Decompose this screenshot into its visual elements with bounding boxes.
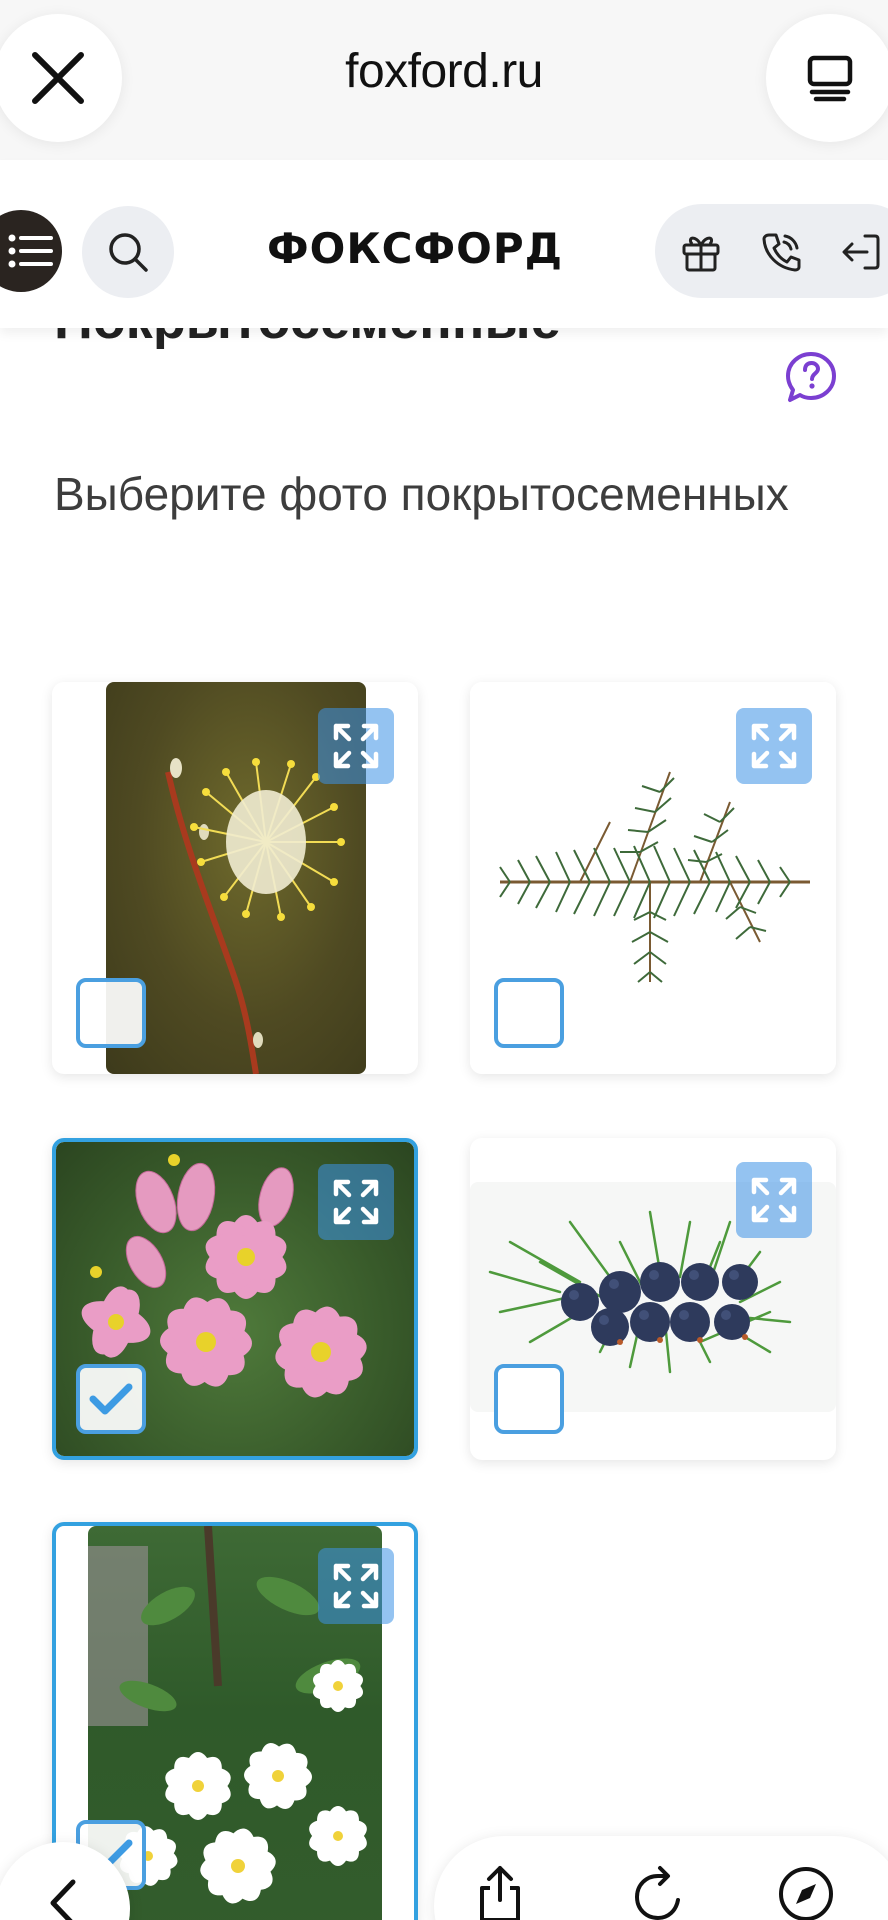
login-icon bbox=[842, 234, 880, 270]
answer-option-4[interactable] bbox=[470, 1138, 836, 1460]
browser-bar: foxford.ru bbox=[0, 0, 888, 160]
url-text[interactable]: foxford.ru bbox=[0, 44, 888, 99]
option-checkbox[interactable] bbox=[494, 978, 564, 1048]
browser-toolbar bbox=[434, 1836, 888, 1920]
expand-photo-button[interactable] bbox=[318, 1164, 394, 1240]
checkmark-icon bbox=[89, 1383, 133, 1415]
help-question-icon[interactable] bbox=[784, 350, 838, 404]
tabs-icon bbox=[807, 55, 853, 102]
header-actions bbox=[655, 204, 888, 298]
phone-icon bbox=[762, 233, 801, 272]
search-icon bbox=[109, 233, 148, 272]
expand-photo-button[interactable] bbox=[318, 708, 394, 784]
gift-button[interactable] bbox=[677, 228, 725, 276]
tabs-button[interactable] bbox=[766, 14, 888, 142]
answer-option-1[interactable] bbox=[52, 682, 418, 1074]
option-checkbox[interactable] bbox=[494, 1364, 564, 1434]
reload-icon[interactable] bbox=[630, 1864, 690, 1920]
gift-icon bbox=[682, 236, 720, 272]
back-icon bbox=[50, 1879, 76, 1920]
expand-icon bbox=[751, 723, 797, 769]
answer-option-2[interactable] bbox=[470, 682, 836, 1074]
task-instruction: Выберите фото покрытосеменных bbox=[54, 468, 789, 520]
compass-icon[interactable] bbox=[776, 1864, 836, 1920]
expand-icon bbox=[333, 1563, 379, 1609]
option-checkbox[interactable] bbox=[76, 1364, 146, 1434]
search-button[interactable] bbox=[82, 206, 174, 298]
phone-button[interactable] bbox=[757, 228, 805, 276]
expand-icon bbox=[333, 723, 379, 769]
share-icon[interactable] bbox=[470, 1864, 530, 1920]
menu-list-icon bbox=[8, 234, 53, 268]
menu-button[interactable] bbox=[0, 210, 62, 292]
expand-photo-button[interactable] bbox=[318, 1548, 394, 1624]
site-header: ФОКСФОРД bbox=[0, 160, 888, 328]
site-logo[interactable]: ФОКСФОРД bbox=[200, 224, 630, 273]
login-button[interactable] bbox=[837, 228, 885, 276]
expand-icon bbox=[333, 1179, 379, 1225]
expand-photo-button[interactable] bbox=[736, 708, 812, 784]
answer-option-3[interactable] bbox=[52, 1138, 418, 1460]
expand-icon bbox=[751, 1177, 797, 1223]
option-checkbox[interactable] bbox=[76, 978, 146, 1048]
expand-photo-button[interactable] bbox=[736, 1162, 812, 1238]
